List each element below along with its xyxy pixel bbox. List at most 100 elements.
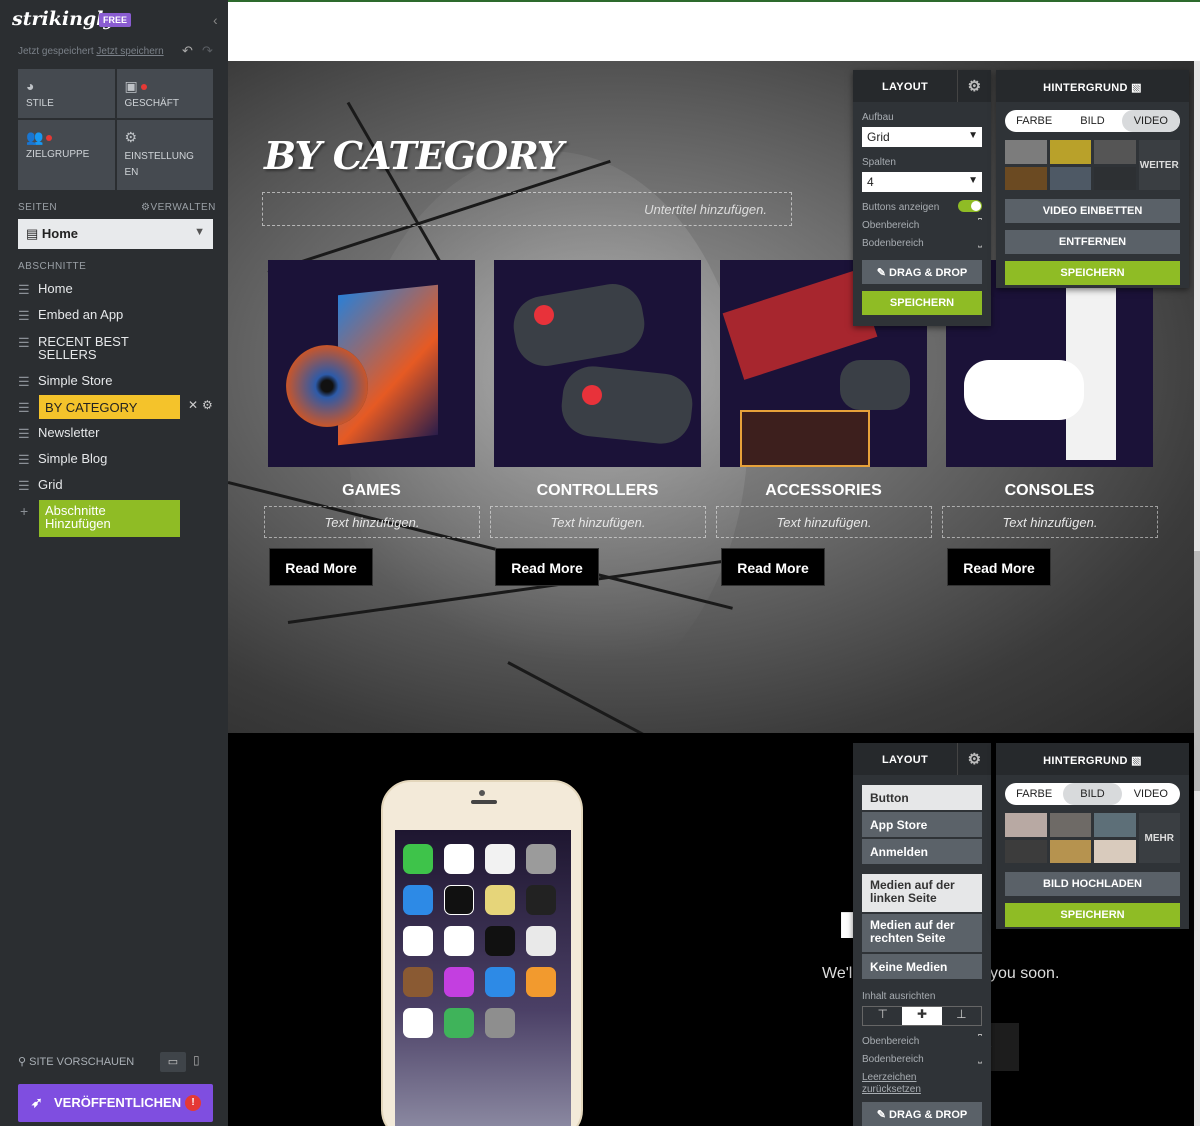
drag-drop-button[interactable]: ✎ DRAG & DROP xyxy=(862,260,982,284)
card-image-games[interactable] xyxy=(268,260,475,467)
drag-handle-icon[interactable]: ☰ xyxy=(18,308,38,324)
section-title[interactable]: BY CATEGORY xyxy=(264,133,564,178)
publish-button[interactable]: ➶ VERÖFFENTLICHEN! xyxy=(18,1084,213,1122)
card-image-controllers[interactable] xyxy=(494,260,701,467)
reset-spacing-link[interactable]: Leerzeichen zurücksetzen xyxy=(862,1072,942,1095)
button-option-app-store[interactable]: App Store xyxy=(862,812,982,837)
image-thumbnail[interactable] xyxy=(1094,813,1136,837)
mobile-view-icon[interactable]: ▯ xyxy=(193,1053,200,1067)
tab-video[interactable]: VIDEO xyxy=(1121,110,1180,132)
tile-settings[interactable]: ⚙ EINSTELLUNG EN xyxy=(116,120,213,190)
section-item-by-category-handle[interactable]: ☰ xyxy=(18,400,38,416)
site-preview-link[interactable]: ⚲ SITE VORSCHAUEN xyxy=(18,1055,134,1068)
delete-section-icon[interactable]: ✕ xyxy=(188,398,198,412)
section-item-recent-best-sellers[interactable]: ☰ RECENT BEST SELLERS xyxy=(18,335,138,361)
tab-farbe[interactable]: FARBE xyxy=(1005,783,1063,805)
card-heading-accessories[interactable]: ACCESSORIES xyxy=(720,482,927,500)
embed-video-button[interactable]: VIDEO EINBETTEN xyxy=(1005,199,1180,223)
save-now-link[interactable]: Jetzt speichern xyxy=(96,46,163,57)
save-background-button[interactable]: SPEICHERN xyxy=(1005,903,1180,927)
media-left-option[interactable]: Medien auf der linken Seite xyxy=(862,874,982,912)
collapse-sidebar-icon[interactable]: ‹ xyxy=(213,12,218,28)
video-thumbnail[interactable] xyxy=(1049,166,1091,190)
gear-icon[interactable]: ⚙ xyxy=(957,743,991,775)
aufbau-select[interactable]: Grid ▼ xyxy=(862,127,982,147)
upload-image-button[interactable]: BILD HOCHLADEN xyxy=(1005,872,1180,896)
manage-pages-link[interactable]: ⚙VERWALTEN xyxy=(141,202,216,213)
read-more-button-accessories[interactable]: Read More xyxy=(721,548,825,586)
card-text-controllers[interactable]: Text hinzufügen. xyxy=(490,506,706,538)
align-top-icon[interactable]: ⊤ xyxy=(863,1007,902,1025)
section-item-simple-store[interactable]: ☰ Simple Store xyxy=(18,374,112,390)
more-images-button[interactable]: MEHR xyxy=(1138,813,1180,863)
more-videos-button[interactable]: WEITER xyxy=(1138,140,1180,190)
page-scrollbar[interactable] xyxy=(1194,61,1200,1126)
image-thumbnail[interactable] xyxy=(1049,839,1091,863)
redo-icon[interactable]: ↷ xyxy=(202,43,213,59)
read-more-button-controllers[interactable]: Read More xyxy=(495,548,599,586)
read-more-button-games[interactable]: Read More xyxy=(269,548,373,586)
card-text-games[interactable]: Text hinzufügen. xyxy=(264,506,480,538)
tab-bild[interactable]: BILD xyxy=(1063,783,1122,805)
page-selector[interactable]: ▤ Home ▼ xyxy=(18,219,213,249)
video-thumbnail[interactable] xyxy=(1094,140,1136,164)
media-right-option[interactable]: Medien auf der rechten Seite xyxy=(862,914,982,952)
section-item-home[interactable]: ☰ Home xyxy=(18,282,73,298)
save-background-button[interactable]: SPEICHERN xyxy=(1005,261,1180,285)
video-thumbnail[interactable] xyxy=(1049,140,1091,164)
drag-handle-icon[interactable]: ☰ xyxy=(18,400,38,416)
drag-handle-icon[interactable]: ☰ xyxy=(18,426,38,442)
tab-video[interactable]: VIDEO xyxy=(1122,783,1180,805)
bottom-spacing-icon[interactable]: ⎵ xyxy=(978,237,982,248)
tab-farbe[interactable]: FARBE xyxy=(1005,110,1063,132)
add-section-button[interactable]: Abschnitte Hinzufügen xyxy=(39,500,180,537)
gear-icon[interactable]: ⚙ xyxy=(957,70,991,102)
drag-handle-icon[interactable]: ☰ xyxy=(18,452,38,468)
app-section-text-left[interactable]: We'l xyxy=(822,965,852,983)
top-spacing-icon[interactable]: ⎴ xyxy=(978,1035,982,1046)
scrollbar-thumb[interactable] xyxy=(1194,551,1200,791)
section-item-simple-blog[interactable]: ☰ Simple Blog xyxy=(18,452,107,468)
align-bottom-icon[interactable]: ⊥ xyxy=(942,1007,981,1025)
card-heading-games[interactable]: GAMES xyxy=(268,482,475,500)
drag-handle-icon[interactable]: ☰ xyxy=(18,335,38,351)
bottom-spacing-icon[interactable]: ⎵ xyxy=(978,1053,982,1064)
remove-button[interactable]: ENTFERNEN xyxy=(1005,230,1180,254)
tile-styles[interactable]: ◕ STILE xyxy=(18,69,115,118)
tile-store[interactable]: ▣ GESCHÄFT xyxy=(116,69,213,118)
subtitle-input[interactable]: Untertitel hinzufügen. xyxy=(262,192,792,226)
video-thumbnail[interactable] xyxy=(1094,166,1136,190)
section-item-newsletter[interactable]: ☰ Newsletter xyxy=(18,426,99,442)
section-item-grid[interactable]: ☰ Grid xyxy=(18,478,63,494)
drag-handle-icon[interactable]: ☰ xyxy=(18,374,38,390)
section-item-by-category[interactable]: BY CATEGORY xyxy=(39,395,180,419)
spalten-select[interactable]: 4 ▼ xyxy=(862,172,982,192)
buttons-toggle[interactable] xyxy=(958,200,982,212)
video-thumbnail[interactable] xyxy=(1005,166,1047,190)
tab-bild[interactable]: BILD xyxy=(1063,110,1121,132)
align-center-icon[interactable]: ✚ xyxy=(902,1007,942,1025)
read-more-button-consoles[interactable]: Read More xyxy=(947,548,1051,586)
drag-handle-icon[interactable]: ☰ xyxy=(18,282,38,298)
save-button[interactable]: SPEICHERN xyxy=(862,291,982,315)
drag-handle-icon[interactable]: ☰ xyxy=(18,478,38,494)
card-text-consoles[interactable]: Text hinzufügen. xyxy=(942,506,1158,538)
image-thumbnail[interactable] xyxy=(1005,839,1047,863)
section-item-embed-app[interactable]: ☰ Embed an App xyxy=(18,308,123,324)
image-thumbnail[interactable] xyxy=(1005,813,1047,837)
image-thumbnail[interactable] xyxy=(1094,839,1136,863)
card-text-accessories[interactable]: Text hinzufügen. xyxy=(716,506,932,538)
button-option-anmelden[interactable]: Anmelden xyxy=(862,839,982,864)
drag-drop-button[interactable]: ✎ DRAG & DROP xyxy=(862,1102,982,1126)
tile-audience[interactable]: 👥 ZIELGRUPPE xyxy=(18,120,115,190)
card-heading-controllers[interactable]: CONTROLLERS xyxy=(494,482,701,500)
no-media-option[interactable]: Keine Medien xyxy=(862,954,982,979)
video-thumbnail[interactable] xyxy=(1005,140,1047,164)
card-heading-consoles[interactable]: CONSOLES xyxy=(946,482,1153,500)
section-settings-icon[interactable]: ⚙ xyxy=(202,398,213,412)
image-thumbnail[interactable] xyxy=(1049,813,1091,837)
undo-icon[interactable]: ↶ xyxy=(182,43,193,59)
app-section-text-right[interactable]: you soon. xyxy=(990,965,1059,983)
top-spacing-icon[interactable]: ⎴ xyxy=(978,219,982,230)
desktop-view-icon[interactable]: ▭ xyxy=(160,1052,186,1072)
